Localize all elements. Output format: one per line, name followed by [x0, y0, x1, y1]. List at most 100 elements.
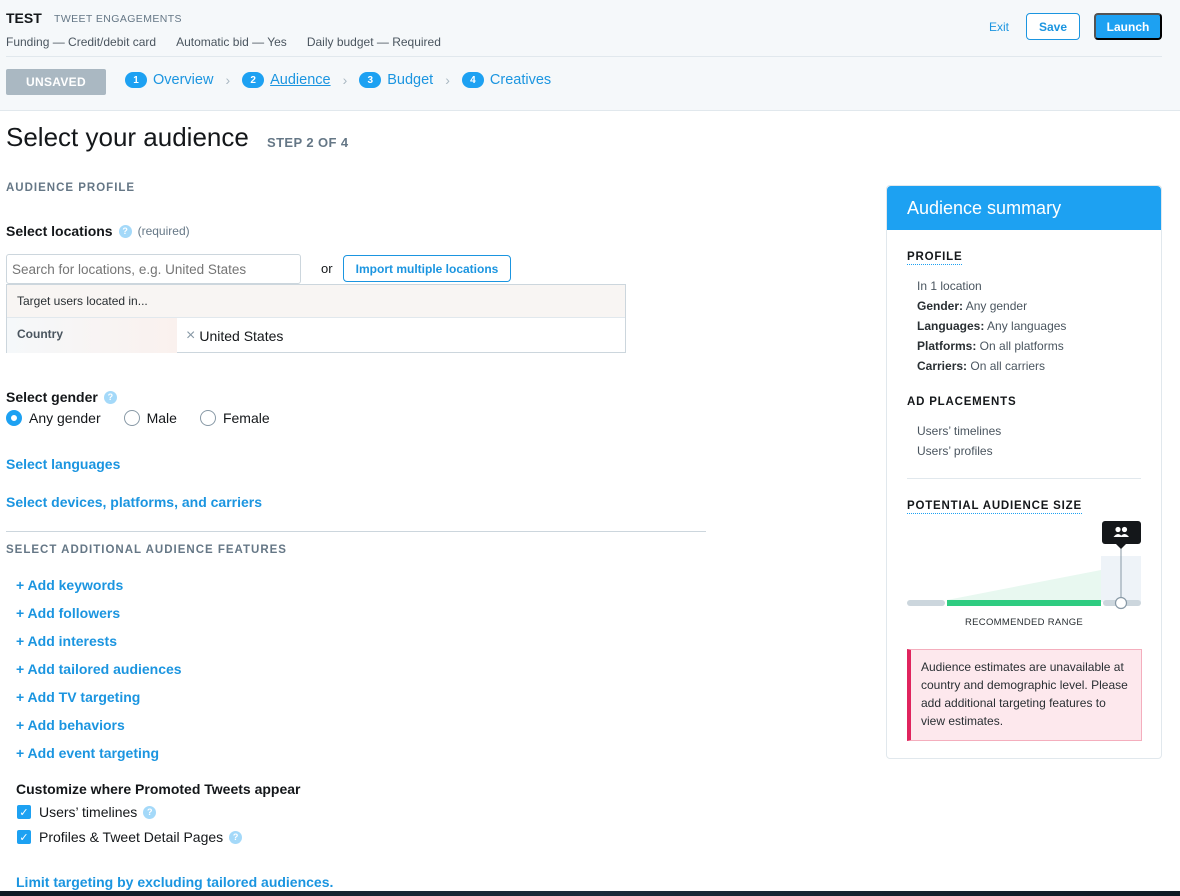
location-name: United States: [199, 327, 284, 344]
campaign-meta: Funding — Credit/debit card Automatic bi…: [6, 35, 441, 49]
add-tv-targeting-link[interactable]: + Add TV targeting: [16, 689, 182, 717]
summary-value: Any gender: [963, 299, 1028, 313]
placement-profiles-checkbox[interactable]: ✓ Profiles & Tweet Detail Pages ?: [17, 829, 243, 845]
summary-key: Gender:: [917, 299, 964, 313]
chevron-right-icon: ›: [342, 72, 348, 88]
gender-female-radio[interactable]: Female: [199, 410, 270, 426]
help-icon[interactable]: ?: [229, 830, 243, 844]
section-divider: [6, 531, 706, 532]
summary-languages: Languages: Any languages: [917, 319, 1066, 339]
campaign-name: TEST: [6, 10, 42, 26]
radio-label: Any gender: [29, 410, 101, 426]
location-row: Country × United States: [7, 318, 625, 353]
help-icon[interactable]: ?: [103, 390, 117, 404]
summary-divider: [907, 478, 1141, 479]
status-badge: UNSAVED: [6, 69, 106, 95]
radio-unchecked[interactable]: [199, 410, 216, 426]
select-languages-link[interactable]: Select languages: [6, 456, 120, 472]
radio-checked[interactable]: [6, 410, 22, 426]
step-label: Audience: [270, 72, 331, 88]
close-icon[interactable]: ×: [186, 327, 195, 345]
summary-key: Languages:: [917, 319, 985, 333]
header-divider: [6, 56, 1162, 57]
summary-key: Carriers:: [917, 359, 968, 373]
recommended-range-label: RECOMMENDED RANGE: [965, 617, 1084, 628]
add-behaviors-link[interactable]: + Add behaviors: [16, 717, 182, 745]
summary-carriers: Carriers: On all carriers: [917, 359, 1066, 379]
placement-timelines-checkbox[interactable]: ✓ Users’ timelines ?: [17, 804, 157, 820]
audience-icon: [1102, 521, 1141, 549]
launch-button[interactable]: Launch: [1094, 13, 1162, 40]
gauge-recommended-range: [947, 600, 1101, 606]
summary-value: On all carriers: [967, 359, 1046, 373]
locations-label-text: Select locations: [6, 223, 113, 239]
targeted-locations: Target users located in... Country × Uni…: [6, 284, 626, 353]
location-search-input[interactable]: [6, 254, 301, 284]
meta-budget: Daily budget — Required: [306, 35, 441, 49]
radio-label: Female: [222, 410, 270, 426]
meta-funding: Funding — Credit/debit card: [6, 35, 157, 49]
add-keywords-link[interactable]: + Add keywords: [16, 577, 182, 605]
summary-placements-list: Users’ timelines Users’ profiles: [917, 424, 1001, 464]
add-targeting-list: + Add keywords + Add followers + Add int…: [16, 577, 182, 773]
step-overview[interactable]: 1 Overview: [125, 72, 213, 88]
step-label: Overview: [153, 72, 214, 88]
summary-placement: Users’ timelines: [917, 424, 1002, 438]
gauge-handle: [1114, 596, 1128, 610]
campaign-objective: TWEET ENGAGEMENTS: [54, 13, 182, 25]
window-bottom-edge: [0, 891, 1180, 896]
exclude-tailored-audiences-link[interactable]: Limit targeting by excluding tailored au…: [16, 874, 333, 890]
summary-title: Audience summary: [887, 186, 1161, 230]
save-button[interactable]: Save: [1026, 13, 1080, 40]
meta-bid: Automatic bid — Yes: [176, 35, 287, 49]
add-tailored-audiences-link[interactable]: + Add tailored audiences: [16, 661, 182, 689]
summary-key: Platforms:: [917, 339, 977, 353]
exit-link[interactable]: Exit: [989, 20, 1009, 34]
check-icon[interactable]: ✓: [17, 830, 31, 844]
step-nav: 1 Overview › 2 Audience › 3 Budget › 4 C…: [125, 72, 551, 88]
step-number: 4: [461, 72, 484, 88]
step-number: 2: [242, 72, 265, 88]
gender-label: Select gender ?: [6, 389, 117, 405]
audience-size-heading-text: POTENTIAL AUDIENCE SIZE: [907, 500, 1082, 514]
step-audience[interactable]: 2 Audience: [242, 72, 331, 88]
chevron-right-icon: ›: [445, 72, 450, 88]
summary-profile-list: In 1 location Gender: Any gender Languag…: [917, 279, 1066, 379]
profile-heading-text: PROFILE: [907, 251, 963, 265]
additional-features-heading: SELECT ADDITIONAL AUDIENCE FEATURES: [6, 544, 287, 556]
radio-unchecked[interactable]: [123, 410, 140, 426]
gender-male-radio[interactable]: Male: [123, 410, 177, 426]
customize-placements-heading: Customize where Promoted Tweets appear: [16, 781, 301, 797]
locations-label: Select locations ? (required): [6, 223, 190, 239]
add-event-targeting-link[interactable]: + Add event targeting: [16, 745, 182, 773]
step-creatives[interactable]: 4 Creatives: [461, 72, 551, 88]
import-locations-button[interactable]: Import multiple locations: [343, 255, 511, 282]
gauge-area: [947, 570, 1101, 600]
step-indicator: STEP 2 OF 4: [267, 135, 349, 150]
checkbox-label: Profiles & Tweet Detail Pages: [39, 829, 224, 845]
gender-options: Any gender Male Female: [6, 410, 270, 426]
summary-gender: Gender: Any gender: [917, 299, 1066, 319]
audience-size-gauge: [907, 521, 1141, 610]
location-type: Country: [7, 318, 177, 353]
step-number: 1: [125, 72, 147, 88]
gender-any-radio[interactable]: Any gender: [6, 410, 101, 426]
step-budget[interactable]: 3 Budget: [359, 72, 433, 88]
estimate-warning: Audience estimates are unavailable at co…: [907, 649, 1142, 741]
gender-label-text: Select gender: [6, 389, 98, 405]
summary-placements-heading: AD PLACEMENTS: [907, 396, 1017, 408]
help-icon[interactable]: ?: [118, 224, 132, 238]
location-value: × United States: [177, 318, 283, 353]
audience-size-heading: POTENTIAL AUDIENCE SIZE: [907, 500, 1082, 514]
add-interests-link[interactable]: + Add interests: [16, 633, 182, 661]
check-icon[interactable]: ✓: [17, 805, 31, 819]
checkbox-label: Users’ timelines: [39, 804, 138, 820]
summary-value: Any languages: [984, 319, 1067, 333]
audience-profile-heading: AUDIENCE PROFILE: [6, 182, 136, 194]
target-heading: Target users located in...: [7, 285, 625, 318]
select-devices-link[interactable]: Select devices, platforms, and carriers: [6, 494, 262, 510]
add-followers-link[interactable]: + Add followers: [16, 605, 182, 633]
summary-location: In 1 location: [917, 279, 982, 293]
step-number: 3: [359, 72, 382, 88]
help-icon[interactable]: ?: [143, 805, 157, 819]
